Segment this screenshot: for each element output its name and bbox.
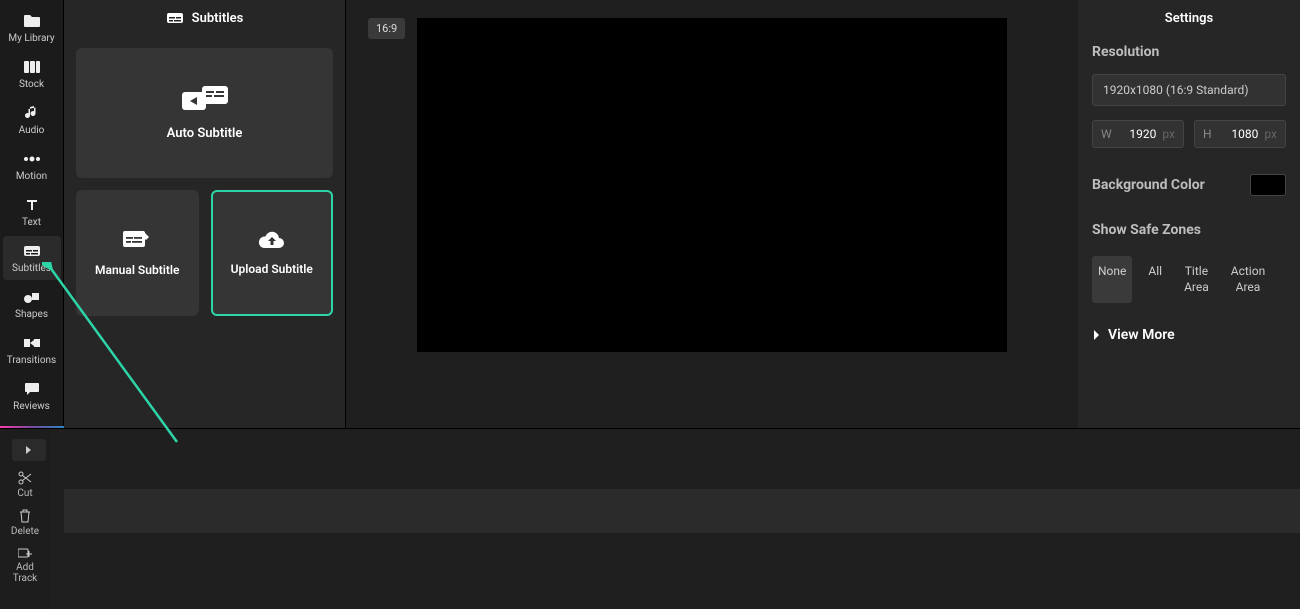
cut-tool[interactable]: Cut [17,471,32,499]
rail-label: Subtitles [12,263,51,274]
bg-color-swatch[interactable] [1250,174,1286,196]
rail-my-library[interactable]: My Library [3,6,61,50]
resolution-label: Resolution [1092,44,1286,60]
rail-label: Transitions [7,355,56,366]
safe-zone-action[interactable]: Action Area [1225,256,1271,303]
rail-motion[interactable]: Motion [3,144,61,188]
subtitles-icon [166,12,184,24]
rail-audio[interactable]: Audio [3,98,61,142]
view-more-label: View More [1108,327,1175,343]
rail-label: Audio [19,125,45,136]
rail-label: Text [22,217,41,228]
view-more-toggle[interactable]: View More [1092,327,1286,343]
width-label: W [1101,127,1112,141]
rail-reviews[interactable]: Reviews [3,374,61,418]
timeline-track-row[interactable] [64,489,1300,533]
upload-subtitle-card[interactable]: Upload Subtitle [211,190,334,316]
video-preview[interactable] [417,18,1007,352]
trash-icon [19,509,31,523]
card-label: Upload Subtitle [231,262,313,276]
width-value: 1920 [1129,127,1156,141]
safe-zones-label: Show Safe Zones [1092,222,1286,238]
rail-subtitles[interactable]: Subtitles [3,236,61,280]
px-unit: px [1162,127,1175,141]
collapse-toggle[interactable] [12,439,46,461]
auto-subtitle-icon [182,86,228,114]
height-label: H [1203,127,1212,141]
rail-label: Motion [16,171,47,182]
safe-zone-title[interactable]: Title Area [1178,256,1215,303]
height-input[interactable]: H 1080 px [1194,120,1286,148]
timeline-tools: Cut Delete Add Track [0,429,50,609]
tool-label: Cut [17,488,32,499]
cloud-upload-icon [258,230,286,250]
bg-color-label: Background Color [1092,177,1205,193]
chat-icon [21,380,43,398]
px-unit: px [1264,127,1277,141]
tool-label: Add Track [13,562,38,584]
rail-label: Shapes [15,309,48,320]
rail-label: My Library [8,33,54,44]
rail-text[interactable]: Text [3,190,61,234]
rail-shapes[interactable]: Shapes [3,282,61,326]
motion-icon [21,150,43,168]
delete-tool[interactable]: Delete [11,509,39,537]
rail-stock[interactable]: Stock [3,52,61,96]
manual-subtitle-card[interactable]: Manual Subtitle [76,190,199,316]
auto-subtitle-card[interactable]: Auto Subtitle [76,48,333,178]
panel-header: Subtitles [64,0,345,36]
folder-icon [21,12,43,30]
height-value: 1080 [1231,127,1258,141]
safe-zone-none[interactable]: None [1092,256,1132,303]
subtitles-icon [21,242,43,260]
shapes-icon [21,288,43,306]
scissors-icon [18,471,32,485]
resolution-select[interactable]: 1920x1080 (16:9 Standard) [1092,74,1286,106]
music-icon [21,104,43,122]
plus-track-icon [18,547,32,559]
card-label: Manual Subtitle [95,263,179,277]
safe-zone-all[interactable]: All [1142,256,1168,303]
manual-subtitle-icon [123,229,151,251]
rail-label: Stock [19,79,44,90]
tool-label: Delete [11,526,39,537]
chevron-right-icon [1092,329,1100,341]
transitions-icon [21,334,43,352]
settings-title: Settings [1078,0,1300,36]
text-icon [21,196,43,214]
timeline: Cut Delete Add Track [0,428,1300,609]
rail-transitions[interactable]: Transitions [3,328,61,372]
aspect-ratio-badge[interactable]: 16:9 [368,18,405,39]
card-label: Auto Subtitle [167,126,243,141]
stock-icon [21,58,43,76]
panel-title: Subtitles [192,11,244,26]
add-track-tool[interactable]: Add Track [13,547,38,584]
width-input[interactable]: W 1920 px [1092,120,1184,148]
timeline-tracks[interactable] [50,429,1300,609]
rail-label: Reviews [13,401,50,412]
